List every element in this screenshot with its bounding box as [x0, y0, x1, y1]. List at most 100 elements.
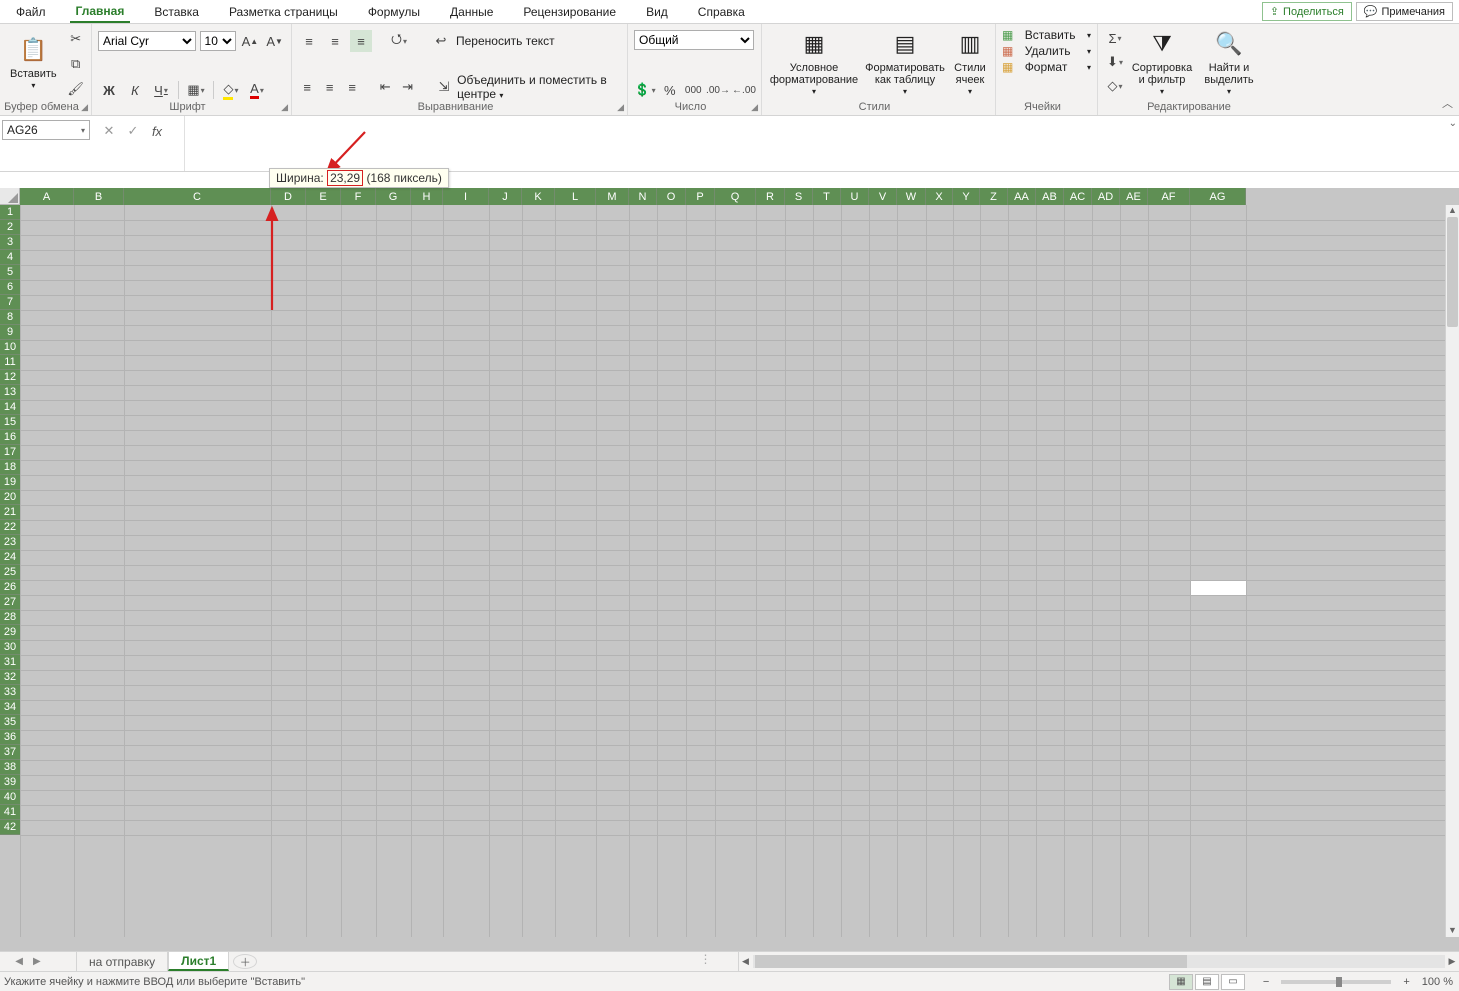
- collapse-ribbon-button[interactable]: ︿: [1442, 95, 1453, 111]
- row-header-31[interactable]: 31: [0, 655, 20, 670]
- row-header-38[interactable]: 38: [0, 760, 20, 775]
- row-header-10[interactable]: 10: [0, 340, 20, 355]
- insert-function-button[interactable]: fx: [146, 122, 168, 140]
- column-header-Q[interactable]: Q: [715, 188, 756, 205]
- insert-cells-button[interactable]: ▦ Вставить ▾: [1002, 28, 1091, 42]
- row-header-26[interactable]: 26: [0, 580, 20, 595]
- column-header-AG[interactable]: AG: [1190, 188, 1246, 205]
- cells-area[interactable]: [20, 205, 1445, 937]
- column-header-S[interactable]: S: [785, 188, 813, 205]
- orientation-button[interactable]: ⭯: [388, 30, 410, 52]
- sheet-tab-1[interactable]: на отправку: [76, 952, 168, 971]
- column-header-AE[interactable]: AE: [1120, 188, 1148, 205]
- row-header-7[interactable]: 7: [0, 295, 20, 310]
- align-center-button[interactable]: ≡: [320, 76, 338, 98]
- sheet-prev-button[interactable]: ◀: [15, 956, 23, 967]
- row-header-42[interactable]: 42: [0, 820, 20, 835]
- column-header-N[interactable]: N: [629, 188, 657, 205]
- column-header-W[interactable]: W: [897, 188, 926, 205]
- tab-file[interactable]: Файл: [10, 2, 52, 22]
- align-top-button[interactable]: ≡: [298, 30, 320, 52]
- vertical-scroll-thumb[interactable]: [1447, 217, 1458, 327]
- name-box[interactable]: AG26▾: [2, 120, 90, 140]
- tab-view[interactable]: Вид: [640, 2, 674, 22]
- tab-review[interactable]: Рецензирование: [517, 2, 622, 22]
- currency-button[interactable]: 💲: [634, 79, 656, 101]
- column-header-G[interactable]: G: [376, 188, 411, 205]
- fill-color-button[interactable]: ◇: [220, 79, 242, 101]
- row-header-16[interactable]: 16: [0, 430, 20, 445]
- vertical-scrollbar[interactable]: ▲ ▼: [1445, 205, 1459, 937]
- row-header-24[interactable]: 24: [0, 550, 20, 565]
- row-header-1[interactable]: 1: [0, 205, 20, 220]
- column-header-AD[interactable]: AD: [1092, 188, 1120, 205]
- column-header-Z[interactable]: Z: [980, 188, 1008, 205]
- cut-button[interactable]: ✂: [65, 28, 87, 50]
- share-button[interactable]: ⇪Поделиться: [1262, 2, 1352, 21]
- row-header-9[interactable]: 9: [0, 325, 20, 340]
- column-header-C[interactable]: C: [124, 188, 271, 205]
- row-header-40[interactable]: 40: [0, 790, 20, 805]
- column-header-V[interactable]: V: [869, 188, 897, 205]
- copy-button[interactable]: ⧉: [65, 53, 87, 75]
- align-middle-button[interactable]: ≡: [324, 30, 346, 52]
- formula-bar[interactable]: ⌄: [184, 116, 1459, 171]
- scroll-up-button[interactable]: ▲: [1446, 205, 1459, 217]
- clear-button[interactable]: ◇: [1104, 75, 1126, 97]
- row-header-35[interactable]: 35: [0, 715, 20, 730]
- tab-home[interactable]: Главная: [70, 1, 131, 23]
- column-header-H[interactable]: H: [411, 188, 443, 205]
- tab-data[interactable]: Данные: [444, 2, 499, 22]
- cell-styles-button[interactable]: ▥ Стили ячеек▾: [950, 26, 990, 98]
- delete-cells-button[interactable]: ▦ Удалить ▾: [1002, 44, 1091, 58]
- merge-center-button[interactable]: Объединить и поместить в центре ▾: [457, 73, 621, 101]
- row-header-25[interactable]: 25: [0, 565, 20, 580]
- column-header-I[interactable]: I: [443, 188, 489, 205]
- column-header-B[interactable]: B: [74, 188, 124, 205]
- sheet-next-button[interactable]: ▶: [33, 956, 41, 967]
- row-header-33[interactable]: 33: [0, 685, 20, 700]
- column-header-J[interactable]: J: [489, 188, 522, 205]
- column-header-O[interactable]: O: [657, 188, 686, 205]
- thousands-button[interactable]: 000: [684, 79, 704, 101]
- row-header-6[interactable]: 6: [0, 280, 20, 295]
- increase-decimal-button[interactable]: .00→: [707, 79, 729, 101]
- confirm-formula-button[interactable]: ✓: [122, 122, 144, 140]
- format-as-table-button[interactable]: ▤ Форматировать как таблицу▾: [864, 26, 946, 98]
- row-header-13[interactable]: 13: [0, 385, 20, 400]
- find-select-button[interactable]: 🔍 Найти и выделить▾: [1198, 26, 1260, 98]
- column-header-F[interactable]: F: [341, 188, 376, 205]
- bold-button[interactable]: Ж: [98, 79, 120, 101]
- paste-button[interactable]: 📋 Вставить▾: [6, 26, 61, 98]
- increase-indent-button[interactable]: ⇥: [398, 76, 416, 98]
- wrap-text-button[interactable]: Переносить текст: [456, 34, 555, 48]
- zoom-out-button[interactable]: −: [1259, 976, 1273, 988]
- row-header-2[interactable]: 2: [0, 220, 20, 235]
- column-header-AF[interactable]: AF: [1148, 188, 1190, 205]
- view-normal-button[interactable]: ▦: [1169, 974, 1193, 990]
- alignment-dialog-launcher[interactable]: ◢: [615, 100, 626, 115]
- column-header-AA[interactable]: AA: [1008, 188, 1036, 205]
- autosum-button[interactable]: Σ: [1104, 27, 1126, 49]
- row-header-21[interactable]: 21: [0, 505, 20, 520]
- clipboard-dialog-launcher[interactable]: ◢: [79, 100, 90, 115]
- scroll-right-button[interactable]: ▶: [1445, 952, 1459, 971]
- row-header-41[interactable]: 41: [0, 805, 20, 820]
- column-header-AB[interactable]: AB: [1036, 188, 1064, 205]
- decrease-decimal-button[interactable]: ←.00: [733, 79, 755, 101]
- row-header-18[interactable]: 18: [0, 460, 20, 475]
- borders-button[interactable]: ▦: [185, 79, 207, 101]
- sort-filter-button[interactable]: ⧩ Сортировка и фильтр▾: [1130, 26, 1194, 98]
- tab-help[interactable]: Справка: [692, 2, 751, 22]
- scroll-left-button[interactable]: ◀: [739, 952, 753, 971]
- add-sheet-button[interactable]: ＋: [233, 954, 257, 969]
- row-header-20[interactable]: 20: [0, 490, 20, 505]
- row-header-19[interactable]: 19: [0, 475, 20, 490]
- row-header-28[interactable]: 28: [0, 610, 20, 625]
- expand-formula-bar-button[interactable]: ⌄: [1449, 118, 1457, 129]
- cancel-formula-button[interactable]: ✕: [98, 122, 120, 140]
- row-header-30[interactable]: 30: [0, 640, 20, 655]
- font-dialog-launcher[interactable]: ◢: [279, 100, 290, 115]
- scroll-down-button[interactable]: ▼: [1446, 925, 1459, 937]
- percent-button[interactable]: %: [660, 79, 680, 101]
